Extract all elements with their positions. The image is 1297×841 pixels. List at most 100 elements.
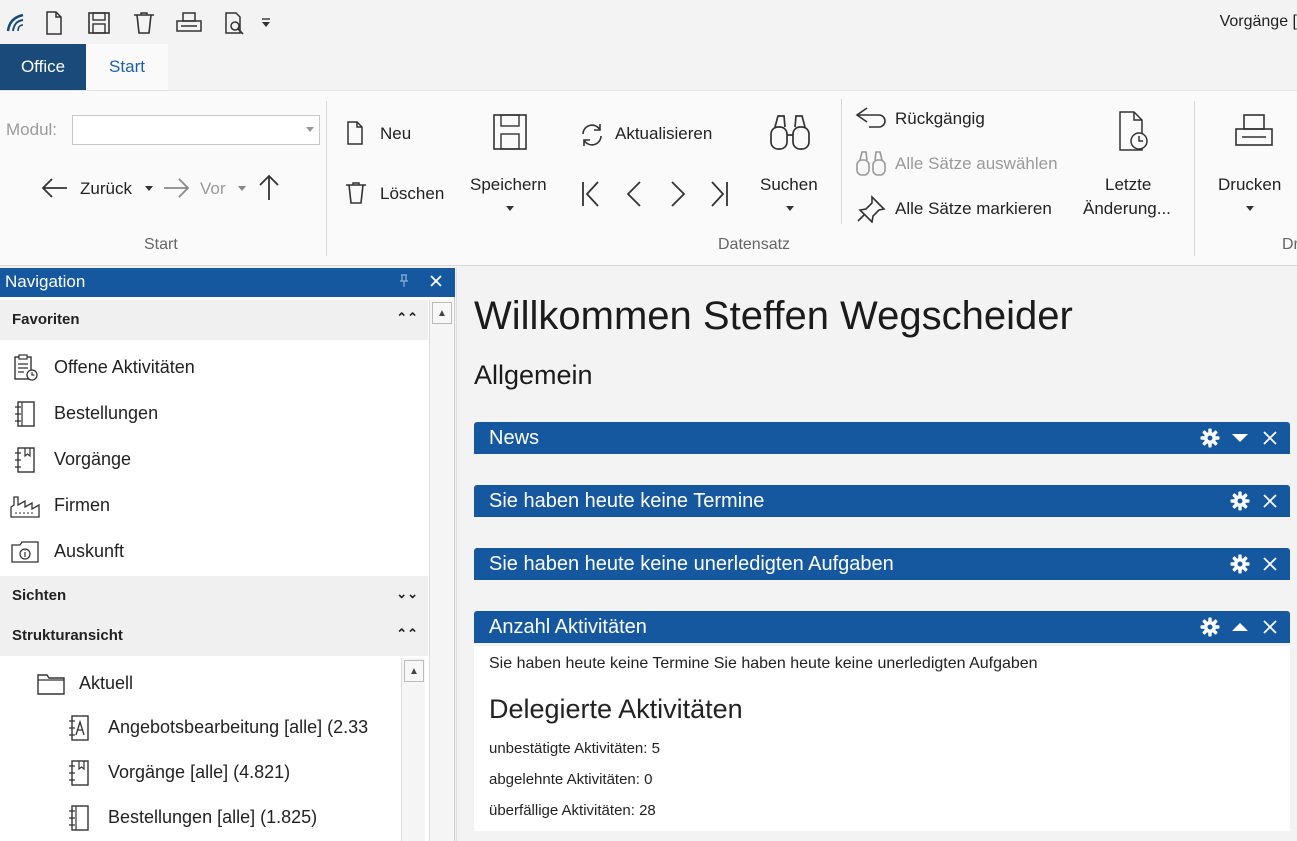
arrow-right-icon[interactable] (161, 175, 191, 201)
nav-item-bestellungen[interactable]: Bestellungen (0, 390, 428, 434)
pin-panel-icon[interactable] (398, 274, 412, 290)
scroll-up-icon[interactable]: ▲ (432, 302, 452, 324)
refresh-icon[interactable] (578, 121, 606, 149)
nav-item-auskunft[interactable]: Auskunft (0, 528, 428, 572)
chevron-down-icon[interactable] (1228, 426, 1252, 450)
section-sichten[interactable]: Sichten ⌄⌄ (0, 576, 428, 616)
tab-start[interactable]: Start (86, 44, 168, 90)
widget-news-header[interactable]: News (474, 422, 1290, 454)
group-label-start: Start (144, 236, 178, 253)
tree-item[interactable]: Bestellungen [alle] (1.825) (0, 794, 400, 838)
companies-icon (10, 491, 40, 521)
tree-scrollbar[interactable]: ▲ (401, 658, 425, 841)
last-record-icon[interactable] (708, 179, 732, 209)
back-button[interactable]: Zurück (80, 179, 132, 199)
collapse-icon[interactable]: ⌃⌃ (396, 626, 418, 642)
stat-rejected: abgelehnte Aktivitäten: 0 (489, 771, 653, 788)
pin-icon[interactable] (855, 195, 887, 223)
delete-icon[interactable] (132, 9, 156, 37)
print-button[interactable]: Drucken (1218, 175, 1281, 195)
gear-icon[interactable] (1198, 426, 1222, 450)
tree-item[interactable]: Angebotsbearbeitung [alle] (2.33 (0, 704, 400, 748)
new-document-icon[interactable] (344, 119, 366, 147)
search-button[interactable]: Suchen (760, 175, 818, 195)
tree-item-label: Vorgänge [alle] (4.821) (108, 762, 291, 782)
orders-icon (64, 803, 94, 833)
forward-button[interactable]: Vor (200, 179, 226, 199)
section-strukturansicht[interactable]: Strukturansicht ⌃⌃ (0, 616, 428, 656)
print-icon[interactable] (174, 9, 204, 37)
processes-icon (64, 758, 94, 788)
section-sichten-label: Sichten (12, 587, 67, 604)
save-icon[interactable] (490, 111, 530, 153)
ribbon-separator (841, 99, 842, 224)
ribbon-separator (1194, 101, 1195, 256)
nav-item-offene-aktivitaeten[interactable]: Offene Aktivitäten (0, 344, 428, 388)
app-logo-icon[interactable] (4, 9, 28, 37)
arrow-left-icon[interactable] (40, 175, 70, 201)
undo-icon[interactable] (855, 105, 887, 133)
last-changes-line2[interactable]: Änderung... (1083, 199, 1171, 219)
last-changes-icon[interactable] (1112, 109, 1154, 153)
stat-overdue: überfällige Aktivitäten: 28 (489, 802, 656, 819)
close-icon[interactable] (1258, 426, 1282, 450)
widget-title: Sie haben heute keine Termine (489, 490, 765, 512)
gear-icon[interactable] (1228, 489, 1252, 513)
first-record-icon[interactable] (578, 179, 602, 209)
refresh-button[interactable]: Aktualisieren (615, 124, 712, 144)
navigation-scrollbar[interactable]: ▲ (429, 300, 453, 841)
save-icon[interactable] (87, 9, 111, 37)
widget-termine-header[interactable]: Sie haben heute keine Termine (474, 485, 1290, 517)
print-preview-icon[interactable] (223, 9, 247, 37)
close-icon[interactable] (1258, 489, 1282, 513)
nav-item-firmen[interactable]: Firmen (0, 482, 428, 526)
last-changes-line1[interactable]: Letzte (1105, 175, 1151, 195)
save-button[interactable]: Speichern (470, 175, 547, 195)
print-icon[interactable] (1226, 111, 1282, 153)
tree-item[interactable]: Vorgänge [alle] (4.821) (0, 749, 400, 793)
gear-icon[interactable] (1228, 552, 1252, 576)
tree-folder-aktuell[interactable]: Aktuell (0, 660, 400, 704)
delete-icon[interactable] (342, 179, 370, 207)
delete-button[interactable]: Löschen (380, 184, 444, 204)
processes-icon (10, 445, 40, 475)
modul-combobox[interactable] (72, 115, 320, 145)
info-icon (10, 537, 40, 567)
tab-office[interactable]: Office (0, 44, 86, 90)
chevron-down-icon[interactable] (306, 127, 314, 132)
binoculars-icon[interactable] (766, 111, 814, 153)
orders-icon (10, 399, 40, 429)
group-label-datensatz: Datensatz (718, 236, 791, 253)
close-icon[interactable] (1258, 552, 1282, 576)
previous-record-icon[interactable] (622, 179, 646, 209)
expand-icon[interactable]: ⌄⌄ (396, 586, 418, 602)
section-strukturansicht-label: Strukturansicht (12, 627, 123, 644)
print-dropdown-icon[interactable] (1245, 204, 1255, 212)
new-button[interactable]: Neu (380, 124, 411, 144)
collapse-icon[interactable]: ⌃⌃ (396, 310, 418, 326)
stat-unconfirmed: unbestätigte Aktivitäten: 5 (489, 740, 660, 757)
save-dropdown-icon[interactable] (505, 204, 515, 212)
new-document-icon[interactable] (42, 9, 66, 37)
mark-all-button[interactable]: Alle Sätze markieren (895, 199, 1052, 219)
select-all-button[interactable]: Alle Sätze auswählen (895, 154, 1058, 174)
main-content: Willkommen Steffen Wegscheider Allgemein… (456, 268, 1297, 841)
chevron-up-icon[interactable] (1228, 615, 1252, 639)
forward-dropdown-icon[interactable] (237, 183, 247, 193)
scroll-up-icon[interactable]: ▲ (404, 660, 424, 682)
nav-item-vorgaenge[interactable]: Vorgänge (0, 436, 428, 480)
select-all-icon[interactable] (855, 149, 887, 177)
undo-button[interactable]: Rückgängig (895, 109, 985, 129)
widget-aufgaben-header[interactable]: Sie haben heute keine unerledigten Aufga… (474, 548, 1290, 580)
search-dropdown-icon[interactable] (785, 204, 795, 212)
section-favoriten[interactable]: Favoriten ⌃⌃ (0, 300, 428, 340)
close-icon[interactable] (1258, 615, 1282, 639)
arrow-up-icon[interactable] (256, 173, 282, 203)
gear-icon[interactable] (1198, 615, 1222, 639)
back-dropdown-icon[interactable] (144, 183, 154, 193)
widget-aktivitaeten-header[interactable]: Anzahl Aktivitäten (474, 611, 1290, 643)
next-record-icon[interactable] (666, 179, 690, 209)
close-panel-icon[interactable] (428, 273, 446, 291)
customize-dropdown-icon[interactable] (258, 9, 274, 37)
nav-item-label: Offene Aktivitäten (54, 357, 195, 377)
